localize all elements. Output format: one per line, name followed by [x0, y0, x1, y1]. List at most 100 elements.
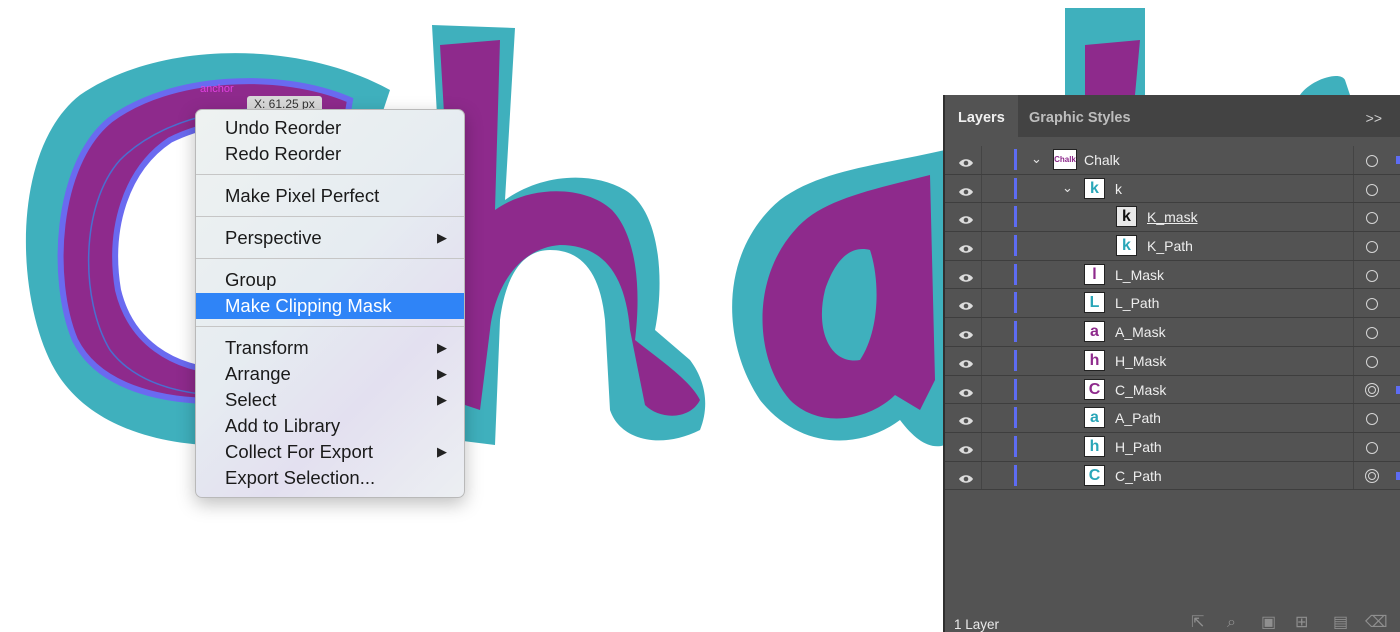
visibility-eye-icon[interactable] — [958, 155, 974, 173]
letter-h-artwork[interactable] — [432, 25, 706, 445]
menu-item-collect-for-export[interactable]: Collect For Export ▶ — [196, 439, 464, 465]
menu-item-transform[interactable]: Transform ▶ — [196, 335, 464, 361]
layer-color-bar — [1014, 378, 1017, 400]
target-circle-icon[interactable] — [1366, 413, 1378, 426]
lock-column[interactable] — [981, 375, 982, 404]
target-circle-icon[interactable] — [1366, 155, 1378, 167]
menu-item-group[interactable]: Group — [196, 267, 464, 293]
tab-graphic-styles[interactable]: Graphic Styles — [1029, 95, 1131, 137]
layer-name[interactable]: L_Path — [1115, 289, 1159, 317]
target-circle-icon[interactable] — [1366, 212, 1378, 225]
layer-row[interactable]: ⌄ k k — [945, 174, 1400, 204]
target-circle-icon[interactable] — [1366, 269, 1378, 282]
target-circle-icon[interactable] — [1365, 468, 1379, 483]
menu-item-make-pixel-perfect[interactable]: Make Pixel Perfect — [196, 183, 464, 209]
layer-name[interactable]: A_Path — [1115, 404, 1161, 432]
target-circle-icon[interactable] — [1366, 298, 1378, 311]
menu-item-perspective[interactable]: Perspective ▶ — [196, 225, 464, 251]
context-menu[interactable]: Undo Reorder Redo Reorder Make Pixel Per… — [195, 109, 465, 498]
selection-indicator[interactable] — [1396, 156, 1400, 164]
layers-panel[interactable]: Layers Graphic Styles >> ⌄ Chalk Chalk ⌄ k k k… — [943, 95, 1400, 632]
lock-column[interactable] — [981, 203, 982, 232]
column-divider — [1353, 346, 1354, 375]
layer-row[interactable]: a A_Path — [945, 404, 1400, 433]
lock-column[interactable] — [981, 289, 982, 318]
visibility-eye-icon[interactable] — [958, 385, 974, 403]
lock-column[interactable] — [981, 260, 982, 289]
lock-column[interactable] — [981, 146, 982, 174]
layer-name[interactable]: C_Path — [1115, 462, 1162, 490]
column-divider — [1353, 461, 1354, 490]
layer-name[interactable]: L_Mask — [1115, 261, 1164, 289]
visibility-eye-icon[interactable] — [958, 471, 974, 489]
selection-indicator[interactable] — [1396, 471, 1400, 480]
chevron-down-icon[interactable]: ⌄ — [1031, 151, 1042, 167]
visibility-eye-icon[interactable] — [958, 241, 974, 259]
layer-row[interactable]: h H_Path — [945, 432, 1400, 462]
menu-item-arrange[interactable]: Arrange ▶ — [196, 361, 464, 387]
menu-label: Perspective — [225, 227, 322, 248]
layer-color-bar — [1014, 349, 1017, 371]
target-circle-icon[interactable] — [1365, 382, 1379, 397]
layer-row[interactable]: k K_mask — [945, 203, 1400, 233]
layer-row[interactable]: h H_Mask — [945, 346, 1400, 376]
lock-column[interactable] — [981, 174, 982, 203]
layer-thumbnail: Chalk — [1053, 149, 1077, 170]
selection-indicator[interactable] — [1396, 385, 1400, 394]
visibility-eye-icon[interactable] — [958, 212, 974, 230]
letter-a-artwork[interactable] — [732, 150, 945, 447]
export-icon[interactable]: ⇱ — [1191, 612, 1204, 632]
layer-name[interactable]: A_Mask — [1115, 318, 1166, 346]
panel-menu-icon[interactable]: >> — [1366, 95, 1382, 141]
lock-column[interactable] — [981, 232, 982, 260]
visibility-eye-icon[interactable] — [958, 442, 974, 460]
visibility-eye-icon[interactable] — [958, 356, 974, 374]
target-circle-icon[interactable] — [1366, 355, 1378, 368]
menu-item-select[interactable]: Select ▶ — [196, 387, 464, 413]
lock-column[interactable] — [981, 432, 982, 461]
layer-row[interactable]: C C_Path — [945, 461, 1400, 491]
new-sublayer-icon[interactable]: ⊞ — [1295, 612, 1308, 632]
visibility-eye-icon[interactable] — [958, 184, 974, 202]
lock-column[interactable] — [981, 318, 982, 346]
layer-row[interactable]: L L_Path — [945, 289, 1400, 319]
layer-name[interactable]: K_Path — [1147, 232, 1193, 260]
layer-name[interactable]: K_mask — [1147, 203, 1198, 231]
target-circle-icon[interactable] — [1366, 441, 1378, 454]
tab-layers[interactable]: Layers — [945, 95, 1018, 137]
target-circle-icon[interactable] — [1366, 241, 1378, 254]
layer-row[interactable]: C C_Mask — [945, 375, 1400, 405]
menu-item-add-to-library[interactable]: Add to Library — [196, 413, 464, 439]
menu-item-undo-reorder[interactable]: Undo Reorder — [196, 115, 464, 141]
visibility-eye-icon[interactable] — [958, 327, 974, 345]
visibility-eye-icon[interactable] — [958, 270, 974, 288]
layer-color-bar — [1014, 177, 1017, 199]
trash-icon[interactable]: ⌫ — [1365, 612, 1388, 632]
layer-row[interactable]: k K_Path — [945, 232, 1400, 261]
lock-column[interactable] — [981, 346, 982, 375]
target-circle-icon[interactable] — [1366, 183, 1378, 196]
letter-l-k-artwork[interactable] — [1065, 8, 1350, 98]
visibility-eye-icon[interactable] — [958, 298, 974, 316]
layer-name[interactable]: H_Mask — [1115, 347, 1166, 375]
lock-column[interactable] — [981, 461, 982, 490]
layer-name[interactable]: Chalk — [1084, 146, 1120, 174]
make-clipping-mask-icon[interactable]: ▣ — [1261, 612, 1276, 632]
layer-name[interactable]: C_Mask — [1115, 376, 1166, 404]
menu-item-make-clipping-mask[interactable]: Make Clipping Mask — [196, 293, 464, 319]
menu-item-export-selection[interactable]: Export Selection... — [196, 465, 464, 491]
layer-row[interactable]: a A_Mask — [945, 318, 1400, 347]
lock-column[interactable] — [981, 404, 982, 432]
panel-tab-bar: Layers Graphic Styles >> — [945, 95, 1400, 137]
target-circle-icon[interactable] — [1366, 327, 1378, 340]
new-layer-icon[interactable]: ▤ — [1333, 612, 1348, 632]
visibility-eye-icon[interactable] — [958, 413, 974, 431]
layer-name[interactable]: H_Path — [1115, 433, 1162, 461]
layer-row[interactable]: ⌄ Chalk Chalk — [945, 146, 1400, 175]
menu-label: Group — [225, 269, 277, 290]
chevron-down-icon[interactable]: ⌄ — [1062, 180, 1073, 196]
layer-row[interactable]: l L_Mask — [945, 260, 1400, 290]
layer-name[interactable]: k — [1115, 175, 1122, 203]
menu-item-redo-reorder[interactable]: Redo Reorder — [196, 141, 464, 167]
locate-object-icon[interactable]: ⌕ — [1227, 614, 1236, 632]
